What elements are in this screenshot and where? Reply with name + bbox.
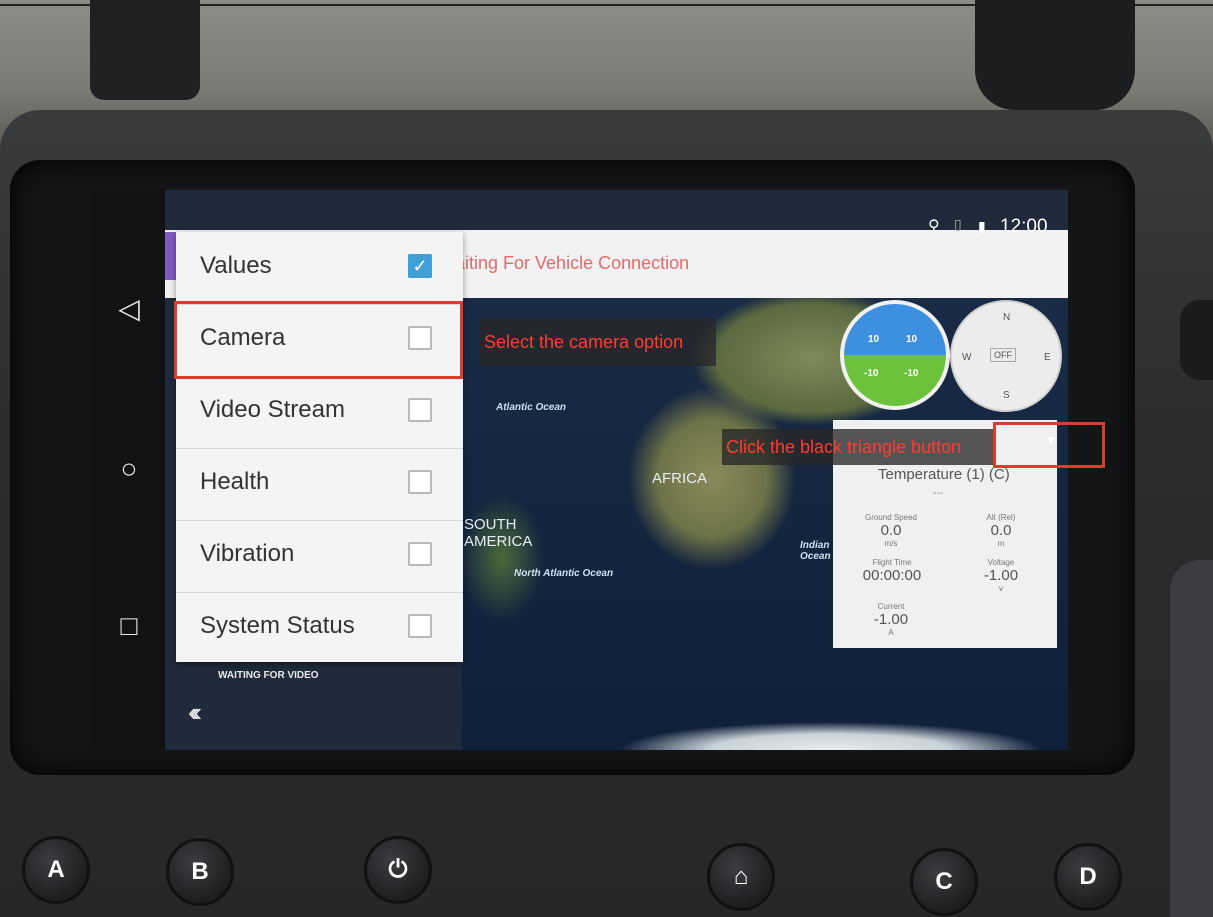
compass-n: N <box>1003 312 1011 323</box>
widget-menu-panel: Values ✓ Camera Video Stream Health Vibr… <box>176 232 463 662</box>
value-number: 00:00:00 <box>862 567 922 584</box>
checkbox[interactable] <box>408 398 432 422</box>
value-unit: m/s <box>884 539 898 548</box>
value-unit: v <box>999 584 1003 593</box>
hardware-button-b[interactable]: B <box>166 838 234 906</box>
camera-highlight-box <box>174 301 463 379</box>
value-number: 0.0 <box>990 522 1012 539</box>
connection-status: aiting For Vehicle Connection <box>455 253 690 273</box>
attitude-indicator: 10 10 -10 -10 <box>840 300 950 410</box>
panel-accent <box>165 232 176 280</box>
menu-item-vibration[interactable]: Vibration <box>176 520 463 593</box>
horizon-mark: -10 <box>904 368 919 379</box>
horizon-mark: 10 <box>868 334 880 345</box>
value-cell: Ground Speed 0.0 m/s <box>856 513 926 548</box>
antenna-left <box>90 0 200 100</box>
battery-icon: ▮ <box>978 218 986 234</box>
collapse-chevron-icon[interactable]: ‹‹‹ <box>188 697 202 728</box>
compass-s: S <box>1003 390 1010 401</box>
map-label: SOUTH AMERICA <box>464 516 533 550</box>
checkbox[interactable] <box>408 614 432 638</box>
side-grip <box>1170 560 1213 917</box>
menu-item-video-stream[interactable]: Video Stream <box>176 376 463 449</box>
compass-center: OFF <box>990 348 1016 362</box>
value-cell: Current -1.00 A <box>856 602 926 637</box>
values-dash: --- <box>933 488 943 499</box>
value-cell: Voltage -1.00 v <box>966 558 1036 593</box>
map-antarctica <box>430 690 1050 750</box>
recents-square-icon[interactable]: □ <box>114 611 144 641</box>
checkbox[interactable] <box>408 542 432 566</box>
compass: N S E W OFF <box>950 300 1062 412</box>
menu-item-health[interactable]: Health <box>176 448 463 521</box>
waiting-for-video-label: WAITING FOR VIDEO <box>218 670 319 681</box>
compass-e: E <box>1044 352 1051 363</box>
location-pin-icon: ⚲ <box>928 218 940 235</box>
horizon-mark: -10 <box>864 368 879 379</box>
menu-item-label: Health <box>200 468 270 495</box>
annotation-dropdown: Click the black triangle button <box>722 429 996 465</box>
values-title: Temperature (1) (C) <box>878 466 1010 483</box>
value-label: Alt (Rel) <box>986 513 1016 522</box>
side-stick <box>1180 300 1213 380</box>
value-unit: m <box>997 539 1005 548</box>
menu-item-label: Values <box>200 252 272 279</box>
checkbox[interactable] <box>408 470 432 494</box>
map-label: AFRICA <box>652 470 708 487</box>
value-number: -1.00 <box>983 567 1019 584</box>
value-label: Current <box>877 602 905 611</box>
value-number: -1.00 <box>873 611 909 628</box>
android-nav-bar: ◁ ○ □ <box>90 190 165 750</box>
hardware-button-a[interactable]: A <box>22 836 90 904</box>
map-label: North Atlantic Ocean <box>514 568 614 579</box>
home-circle-icon[interactable]: ○ <box>114 454 144 484</box>
hardware-button-c[interactable]: C <box>910 848 978 916</box>
horizon-mark: 10 <box>906 334 918 345</box>
value-unit: A <box>888 628 894 637</box>
hardware-button-d[interactable]: D <box>1054 843 1122 911</box>
menu-item-values[interactable]: Values ✓ <box>176 232 463 305</box>
checkbox-checked[interactable]: ✓ <box>408 254 432 278</box>
dropdown-triangle-icon[interactable]: ▼ <box>1045 433 1057 447</box>
menu-item-label: System Status <box>200 612 355 639</box>
map-label: Atlantic Ocean <box>496 402 567 413</box>
value-number: 0.0 <box>880 522 902 539</box>
annotation-camera: Select the camera option <box>480 318 716 366</box>
back-triangle-icon[interactable]: ◁ <box>114 294 144 324</box>
value-label: Flight Time <box>872 558 912 567</box>
value-label: Ground Speed <box>864 513 918 522</box>
compass-w: W <box>962 352 972 363</box>
clock: 12:00 <box>1000 216 1048 237</box>
value-cell: Alt (Rel) 0.0 m <box>966 513 1036 548</box>
antenna-right <box>975 0 1135 110</box>
android-status-bar: ⚲ ▯ ▮ 12:00 <box>920 214 1070 242</box>
menu-item-label: Vibration <box>200 540 295 567</box>
value-label: Voltage <box>987 558 1015 567</box>
power-icon[interactable]: ⏻ <box>364 836 432 904</box>
menu-item-system-status[interactable]: System Status <box>176 592 463 664</box>
menu-item-label: Video Stream <box>200 396 345 423</box>
home-icon[interactable]: ⌂ <box>707 843 775 911</box>
value-cell: Flight Time 00:00:00 <box>852 558 932 584</box>
signal-icon: ▯ <box>954 216 962 232</box>
